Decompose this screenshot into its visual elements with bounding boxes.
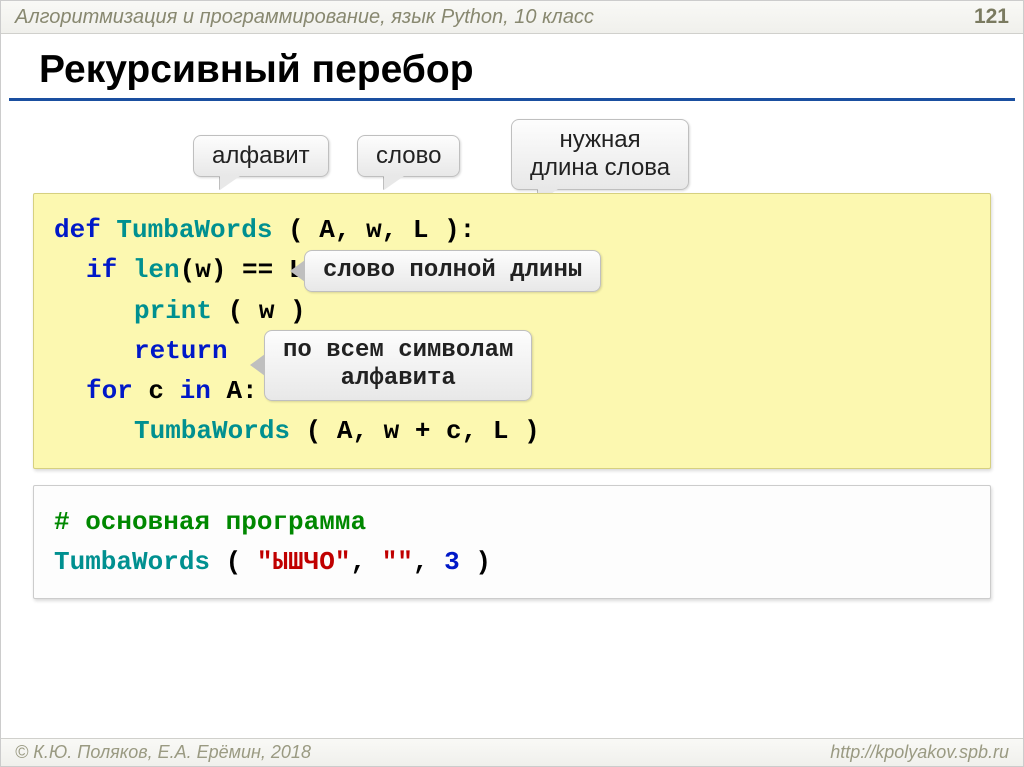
code-block-main: # основная программа TumbaWords ( "ЫШЧО"… [33, 485, 991, 600]
slide-header: Алгоритмизация и программирование, язык … [1, 1, 1023, 34]
callout-full-word: слово полной длины [304, 250, 601, 292]
code-comment: # основная программа [54, 502, 970, 542]
code-line-6: TumbaWords ( A, w + c, L ) [54, 411, 970, 451]
callout-word: слово [357, 135, 460, 177]
course-title: Алгоритмизация и программирование, язык … [15, 6, 594, 29]
code-main-call: TumbaWords ( "ЫШЧО", "", 3 ) [54, 542, 970, 582]
footer-authors: © К.Ю. Поляков, Е.А. Ерёмин, 2018 [15, 742, 311, 763]
callout-length: нужная длина слова [511, 119, 689, 190]
footer-url: http://kpolyakov.spb.ru [830, 742, 1009, 763]
code-line-1: def TumbaWords ( A, w, L ): [54, 210, 970, 250]
page-title: Рекурсивный перебор [9, 34, 1015, 101]
content-area: алфавит слово нужная длина слова def Tum… [1, 101, 1023, 633]
callout-alphabet: алфавит [193, 135, 329, 177]
page-number: 121 [974, 5, 1009, 29]
slide-footer: © К.Ю. Поляков, Е.А. Ерёмин, 2018 http:/… [1, 738, 1023, 766]
top-callouts: алфавит слово нужная длина слова [33, 119, 991, 193]
callout-all-symbols: по всем символам алфавита [264, 330, 532, 401]
code-line-3: print ( w ) [54, 291, 970, 331]
code-block-function: def TumbaWords ( A, w, L ): if len(w) ==… [33, 193, 991, 469]
